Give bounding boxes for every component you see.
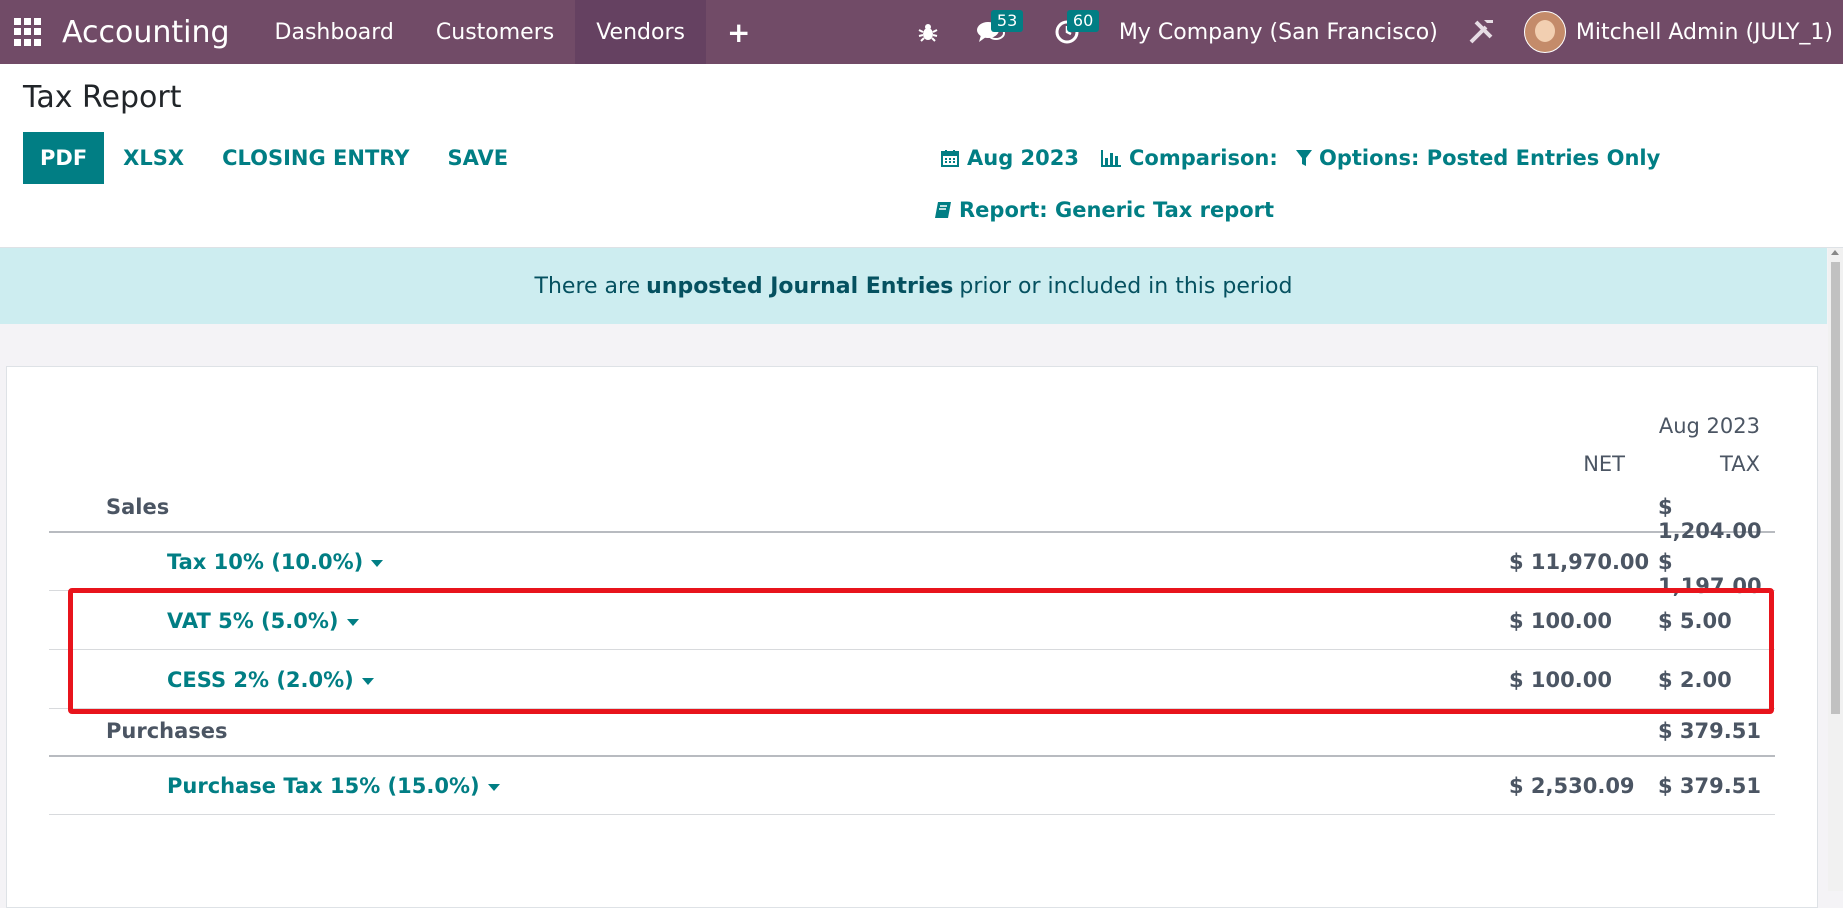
closing-entry-button[interactable]: CLOSING ENTRY (203, 132, 428, 184)
nav-customers[interactable]: Customers (415, 0, 575, 64)
line-net[interactable]: $ 2,530.09 (1509, 774, 1635, 798)
debug-tools-icon[interactable] (1466, 0, 1496, 64)
report-line-purchase-tax-15: Purchase Tax 15% (15.0%) $ 2,530.09 $ 37… (49, 756, 1775, 815)
report-selector[interactable]: Report: Generic Tax report (934, 198, 1274, 222)
unposted-entries-link[interactable]: unposted Journal Entries (646, 274, 953, 299)
tax-line-name[interactable]: CESS 2% (2.0%) (167, 668, 374, 692)
user-avatar[interactable] (1523, 11, 1566, 53)
apps-menu-icon[interactable] (14, 18, 42, 46)
column-tax-header: TAX (1720, 452, 1760, 476)
pdf-button[interactable]: PDF (23, 132, 105, 184)
comparison-filter[interactable]: Comparison: (1100, 146, 1278, 170)
tax-line-name[interactable]: Tax 10% (10.0%) (167, 550, 384, 574)
options-filter-label: Options: Posted Entries Only (1319, 146, 1661, 170)
comparison-filter-label: Comparison: (1129, 146, 1278, 170)
scroll-thumb[interactable] (1831, 262, 1840, 714)
section-name: Sales (106, 495, 170, 519)
bug-icon[interactable] (917, 0, 939, 64)
nav-vendors[interactable]: Vendors (575, 0, 706, 64)
nav-plus-button[interactable]: + (706, 0, 771, 64)
messages-icon[interactable]: 53 (967, 0, 1024, 64)
report-line-tax-10: Tax 10% (10.0%) $ 11,970.00 $ 1,197.00 (49, 532, 1775, 598)
report-section-purchases: Purchases $ 379.51 (49, 709, 1775, 757)
options-filter[interactable]: Options: Posted Entries Only (1296, 146, 1660, 170)
report-selector-label: Report: Generic Tax report (959, 198, 1275, 222)
report-line-cess-2: CESS 2% (2.0%) $ 100.00 $ 2.00 (49, 650, 1775, 709)
alert-suffix: prior or included in this period (959, 273, 1293, 299)
line-tax[interactable]: $ 379.51 (1658, 774, 1761, 798)
report-line-vat-5: VAT 5% (5.0%) $ 100.00 $ 5.00 (49, 591, 1775, 650)
bar-chart-icon (1101, 150, 1121, 167)
line-net[interactable]: $ 100.00 (1509, 609, 1612, 633)
line-net[interactable]: $ 100.00 (1509, 668, 1612, 692)
user-menu[interactable]: Mitchell Admin (JULY_1) (1576, 20, 1833, 45)
messages-badge: 53 (990, 10, 1024, 32)
app-name[interactable]: Accounting (62, 15, 230, 50)
caret-down-icon[interactable] (371, 559, 384, 567)
company-switcher[interactable]: My Company (San Francisco) (1119, 20, 1438, 45)
control-panel: Tax Report PDF XLSX CLOSING ENTRY SAVE A… (0, 64, 1843, 248)
date-filter[interactable]: Aug 2023 (940, 146, 1079, 170)
alert-prefix: There are (534, 273, 641, 299)
save-button[interactable]: SAVE (429, 132, 528, 184)
tax-line-name[interactable]: VAT 5% (5.0%) (167, 609, 359, 633)
column-net-header: NET (1583, 452, 1625, 476)
date-filter-label: Aug 2023 (967, 146, 1079, 170)
navbar-right: 53 60 My Company (San Francisco) Mitchel… (917, 0, 1843, 64)
caret-down-icon[interactable] (346, 618, 359, 626)
vertical-scrollbar[interactable] (1828, 248, 1843, 891)
tax-report-sheet: Aug 2023 NET TAX Sales $ 1,204.00 Tax 10… (6, 366, 1818, 908)
report-section-sales: Sales $ 1,204.00 (49, 485, 1775, 543)
action-buttons: PDF XLSX CLOSING ENTRY SAVE (23, 132, 527, 184)
column-period-header: Aug 2023 (1658, 414, 1760, 438)
calendar-icon (941, 150, 959, 167)
line-tax[interactable]: $ 5.00 (1658, 609, 1732, 633)
section-tax: $ 379.51 (1658, 719, 1761, 743)
tax-line-name[interactable]: Purchase Tax 15% (15.0%) (167, 774, 500, 798)
filter-icon (1296, 150, 1312, 166)
section-name: Purchases (106, 719, 228, 743)
caret-down-icon[interactable] (361, 677, 374, 685)
scroll-up-arrow-icon[interactable] (1831, 250, 1839, 255)
activities-badge: 60 (1066, 10, 1100, 32)
nav-dashboard[interactable]: Dashboard (254, 0, 415, 64)
line-net[interactable]: $ 11,970.00 (1509, 550, 1649, 574)
xlsx-button[interactable]: XLSX (104, 132, 203, 184)
top-navbar: Accounting Dashboard Customers Vendors +… (0, 0, 1843, 64)
line-tax[interactable]: $ 2.00 (1658, 668, 1732, 692)
unposted-entries-alert: There are unposted Journal Entries prior… (0, 248, 1827, 324)
caret-down-icon[interactable] (487, 783, 500, 791)
page-title: Tax Report (23, 80, 182, 115)
activities-icon[interactable]: 60 (1043, 0, 1100, 64)
book-icon (935, 202, 951, 218)
